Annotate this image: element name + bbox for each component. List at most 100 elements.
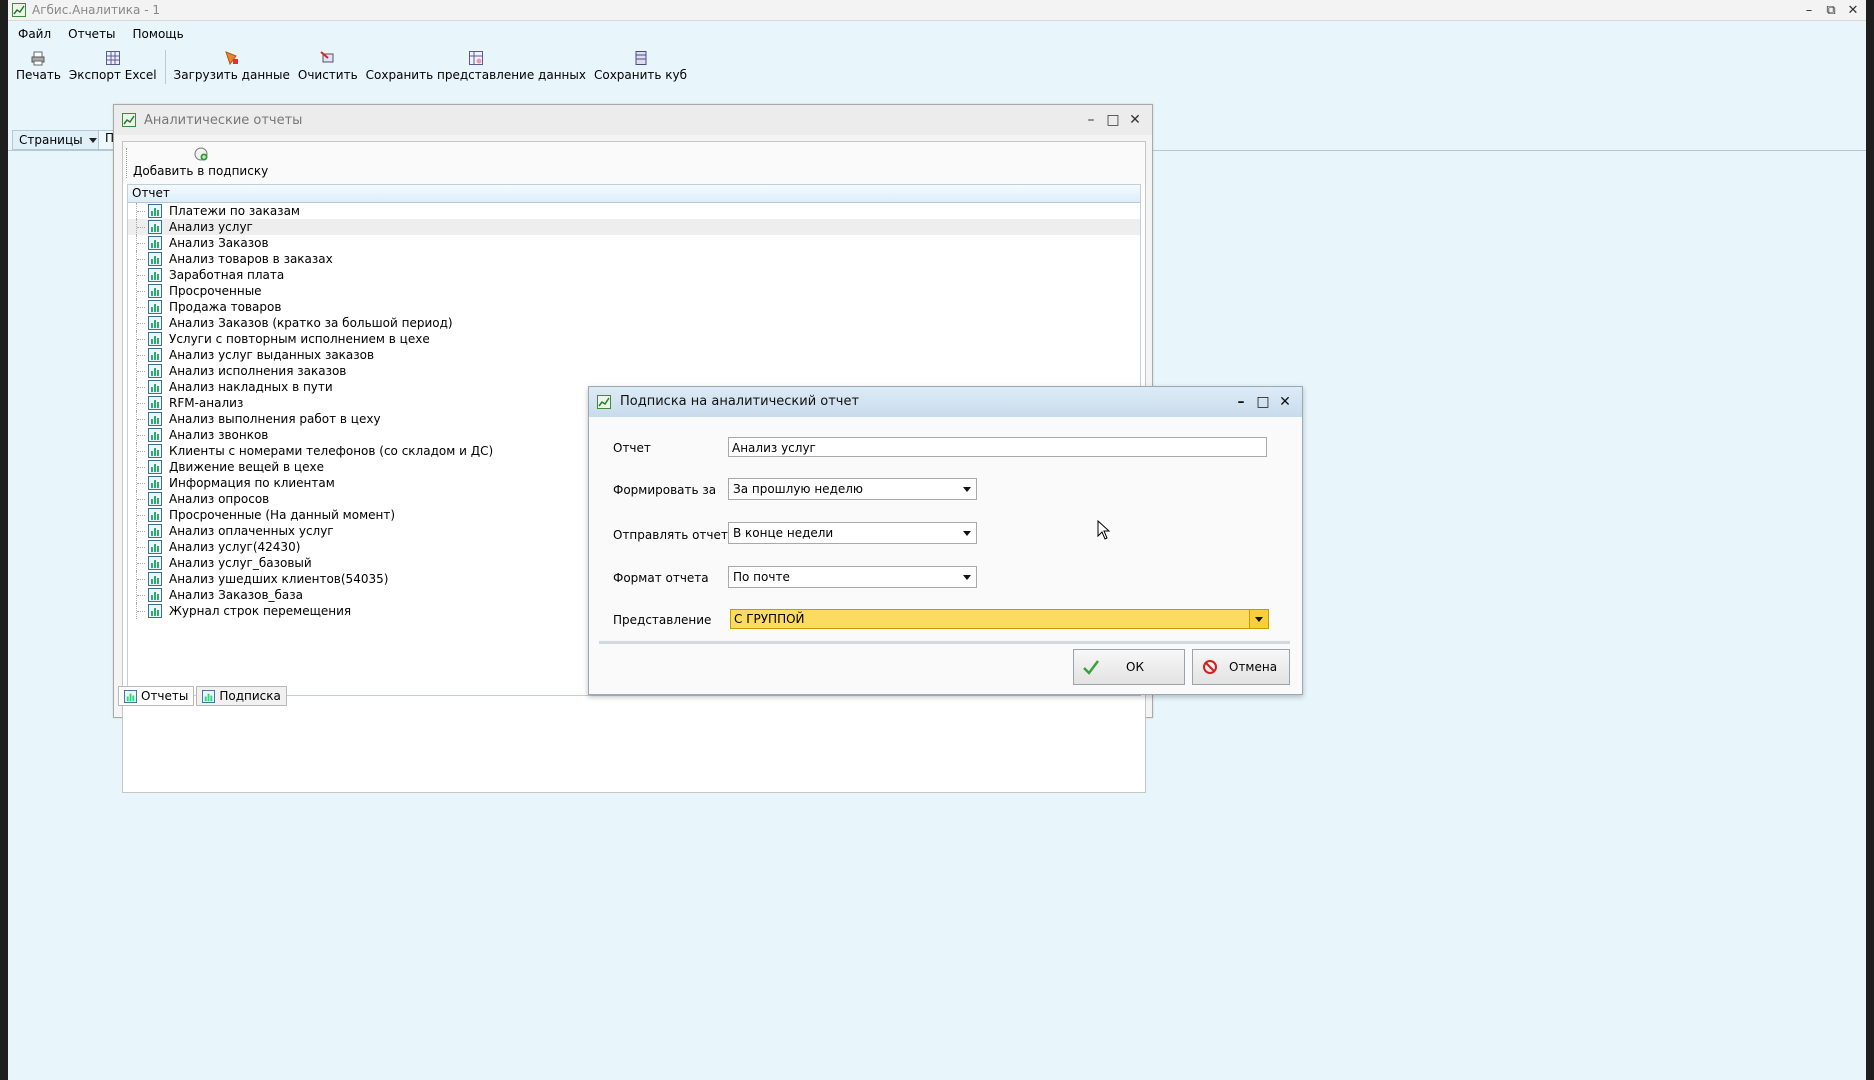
print-label: Печать <box>16 68 61 82</box>
report-chart-icon <box>148 604 162 618</box>
report-chart-icon <box>202 689 216 703</box>
chevron-down-icon[interactable] <box>958 567 976 587</box>
pages-dropdown[interactable]: Страницы <box>12 130 104 150</box>
report-chart-icon <box>148 316 162 330</box>
load-data-icon <box>224 51 238 66</box>
report-chart-icon <box>148 348 162 362</box>
report-name: Анализ Заказов_база <box>169 588 304 602</box>
report-name: Продажа товаров <box>169 300 282 314</box>
list-item[interactable]: Анализ услуг выданных заказов <box>128 347 1140 363</box>
report-chart-icon <box>148 284 162 298</box>
format-label: Формат отчета <box>613 571 709 585</box>
tree-line <box>136 219 147 235</box>
reports-maximize-button[interactable]: □ <box>1102 111 1124 129</box>
load-data-button[interactable]: Загрузить данные <box>170 50 294 82</box>
minimize-button[interactable]: – <box>1798 0 1820 20</box>
list-item[interactable]: Анализ Заказов <box>128 235 1140 251</box>
list-item[interactable]: Услуги с повторным исполнением в цехе <box>128 331 1140 347</box>
report-chart-icon <box>148 204 162 218</box>
dialog-close-button[interactable]: ✕ <box>1274 392 1296 412</box>
add-subscription-icon <box>194 147 208 161</box>
menu-reports[interactable]: Отчеты <box>61 24 122 46</box>
ok-button[interactable]: ОК <box>1073 649 1185 685</box>
clear-button[interactable]: Очистить <box>294 50 362 82</box>
report-name: Анализ исполнения заказов <box>169 364 347 378</box>
tree-line <box>136 523 147 539</box>
view-select[interactable]: С ГРУППОЙ <box>730 609 1269 629</box>
report-chart-icon <box>148 540 162 554</box>
list-item[interactable]: Платежи по заказам <box>128 203 1140 219</box>
report-name: Услуги с повторным исполнением в цехе <box>169 332 430 346</box>
menu-help[interactable]: Помощь <box>126 24 191 46</box>
print-button[interactable]: Печать <box>12 50 65 82</box>
tree-line <box>136 395 147 411</box>
restore-button[interactable]: ⧉ <box>1820 0 1842 20</box>
tree-line <box>136 427 147 443</box>
add-subscription-button[interactable]: Добавить в подписку <box>133 146 268 178</box>
report-name: Просроченные <box>169 284 262 298</box>
report-name: Заработная плата <box>169 268 285 282</box>
dialog-maximize-button[interactable]: □ <box>1252 392 1274 412</box>
report-field[interactable]: Анализ услуг <box>728 437 1267 457</box>
report-chart-icon <box>148 364 162 378</box>
tab-reports-label: Отчеты <box>141 689 189 703</box>
tree-line <box>136 603 147 619</box>
menu-file[interactable]: Файл <box>11 24 58 46</box>
report-name: Платежи по заказам <box>169 204 300 218</box>
tab-reports[interactable]: Отчеты <box>118 686 195 706</box>
list-item[interactable]: Заработная плата <box>128 267 1140 283</box>
list-item[interactable]: Анализ исполнения заказов <box>128 363 1140 379</box>
tree-line <box>136 491 147 507</box>
reports-bottom-tabs: Отчеты Подписка <box>118 686 289 706</box>
save-view-label: Сохранить представление данных <box>365 68 586 82</box>
report-name: Журнал строк перемещения <box>169 604 352 618</box>
save-cube-button[interactable]: Сохранить куб <box>590 50 691 82</box>
report-chart-icon <box>148 460 162 474</box>
period-select[interactable]: За прошлую неделю <box>728 478 977 500</box>
report-chart-icon <box>148 380 162 394</box>
report-name: Анализ звонков <box>169 428 269 442</box>
export-excel-button[interactable]: Экспорт Excel <box>65 50 161 82</box>
report-chart-icon <box>148 252 162 266</box>
export-excel-label: Экспорт Excel <box>68 68 157 82</box>
report-name: Анализ товаров в заказах <box>169 252 333 266</box>
pages-label: Страницы <box>19 133 83 147</box>
tree-line <box>136 539 147 555</box>
report-name: RFM-анализ <box>169 396 244 410</box>
list-item[interactable]: Анализ Заказов (кратко за большой период… <box>128 315 1140 331</box>
dialog-minimize-button[interactable]: – <box>1230 392 1252 412</box>
report-name: Анализ накладных в пути <box>169 380 333 394</box>
reports-minimize-button[interactable]: – <box>1080 111 1102 129</box>
format-value: По почте <box>733 570 790 584</box>
list-item[interactable]: Просроченные <box>128 283 1140 299</box>
add-subscription-label: Добавить в подписку <box>133 164 269 178</box>
tree-line <box>136 203 147 219</box>
tree-line <box>136 555 147 571</box>
save-view-button[interactable]: Сохранить представление данных <box>362 50 590 82</box>
printer-icon <box>31 51 45 66</box>
cancel-button[interactable]: Отмена <box>1192 649 1290 685</box>
dialog-titlebar: Подписка на аналитический отчет – □ ✕ <box>589 387 1302 417</box>
report-name: Информация по клиентам <box>169 476 335 490</box>
report-name: Анализ Заказов (кратко за большой период… <box>169 316 453 330</box>
column-header-report[interactable]: Отчет <box>128 185 1140 203</box>
tree-line <box>136 315 147 331</box>
tree-line <box>136 347 147 363</box>
report-name: Движение вещей в цехе <box>169 460 324 474</box>
report-chart-icon <box>148 396 162 410</box>
list-item[interactable]: Анализ услуг <box>128 219 1140 235</box>
tree-line <box>136 571 147 587</box>
reports-close-button[interactable]: ✕ <box>1124 111 1146 129</box>
chevron-down-icon[interactable] <box>958 523 976 543</box>
screen-left-edge <box>0 0 8 1080</box>
list-item[interactable]: Анализ товаров в заказах <box>128 251 1140 267</box>
chevron-down-icon[interactable] <box>1249 610 1268 628</box>
dialog-title: Подписка на аналитический отчет <box>620 394 860 409</box>
chevron-down-icon[interactable] <box>958 479 976 499</box>
tab-subscription[interactable]: Подписка <box>196 686 287 706</box>
format-select[interactable]: По почте <box>728 566 977 588</box>
send-select[interactable]: В конце недели <box>728 522 977 544</box>
list-item[interactable]: Продажа товаров <box>128 299 1140 315</box>
close-button[interactable]: ✕ <box>1842 0 1864 20</box>
tree-line <box>136 251 147 267</box>
